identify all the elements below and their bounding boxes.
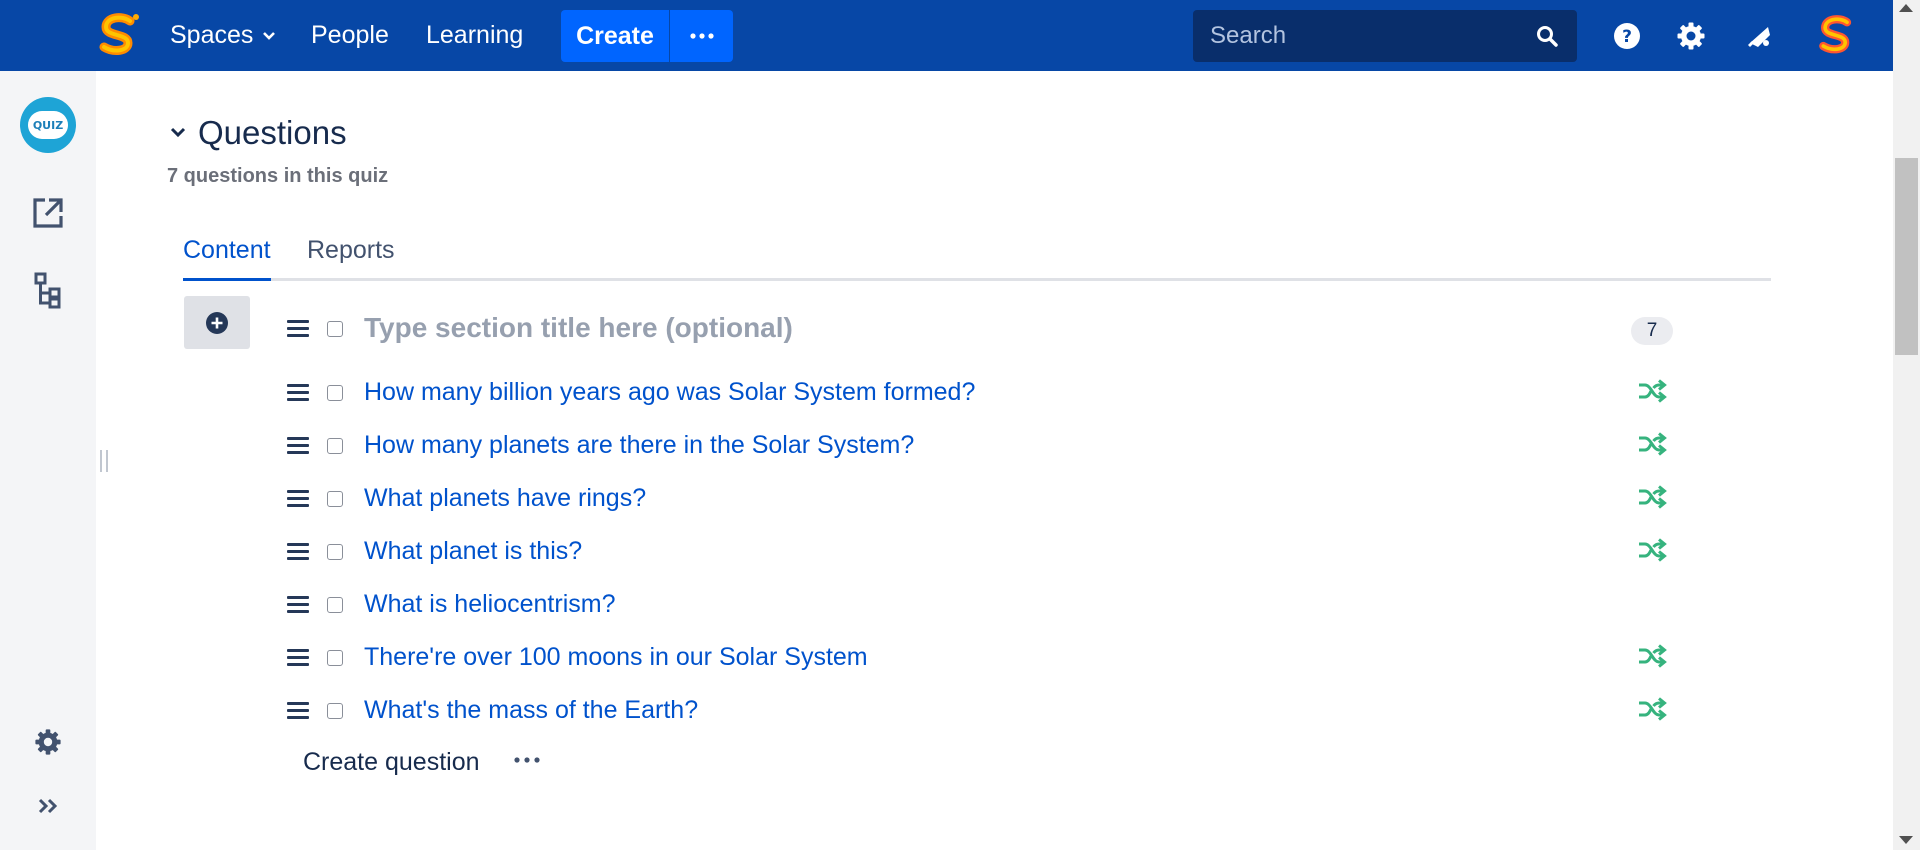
section-title-input[interactable]: Type section title here (optional) [364,312,793,344]
settings-icon[interactable] [0,728,96,756]
shuffle-icon [1637,432,1667,461]
search-placeholder: Search [1210,22,1287,49]
question-link[interactable]: There're over 100 moons in our Solar Sys… [364,643,868,672]
gear-icon[interactable] [1676,0,1706,71]
tab-content[interactable]: Content [183,236,271,281]
question-link[interactable]: What's the mass of the Earth? [364,696,698,725]
questions-heading[interactable]: Questions [170,114,347,152]
external-link-icon[interactable] [0,196,96,230]
user-avatar[interactable] [1816,0,1858,71]
drag-handle-icon[interactable] [287,543,309,564]
tab-bar: Content Reports [183,232,1771,281]
question-row: How many billion years ago was Solar Sys… [0,372,1893,412]
more-options-button[interactable] [514,750,540,768]
menu-icon[interactable] [36,0,62,71]
scrollbar-track[interactable] [1893,0,1920,850]
question-row: How many planets are there in the Solar … [0,425,1893,465]
question-row: What is heliocentrism? [0,584,1893,624]
more-icon [514,757,540,763]
scroll-down-arrow[interactable] [1899,836,1913,844]
drag-handle-icon[interactable] [287,490,309,511]
drag-handle-icon[interactable] [287,384,309,405]
top-navigation-bar: Spaces People Learning Create Search ? [0,0,1893,71]
svg-text:?: ? [1622,27,1632,47]
drag-handle-icon[interactable] [287,320,309,341]
create-question-button[interactable]: Create question [303,748,480,777]
question-checkbox[interactable] [327,650,343,666]
notifications-icon[interactable] [1744,0,1774,71]
shuffle-icon [1637,538,1667,567]
question-link[interactable]: How many billion years ago was Solar Sys… [364,378,975,407]
section-row: Type section title here (optional) 7 [0,308,1893,348]
question-row: There're over 100 moons in our Solar Sys… [0,637,1893,677]
scrollbar-thumb[interactable] [1895,158,1918,355]
drag-handle-icon[interactable] [287,649,309,670]
question-link[interactable]: What is heliocentrism? [364,590,615,619]
question-checkbox[interactable] [327,491,343,507]
page-title: Questions [198,114,347,151]
expand-sidebar-icon[interactable] [0,797,96,815]
question-checkbox[interactable] [327,544,343,560]
chevron-down-icon[interactable] [170,127,186,139]
drag-handle-icon[interactable] [287,596,309,617]
quiz-logo-text: QUIZ [28,111,68,139]
shuffle-icon [1637,644,1667,673]
shuffle-icon [1637,697,1667,726]
create-button[interactable]: Create [561,10,669,62]
tree-icon[interactable] [0,272,96,310]
question-link[interactable]: What planet is this? [364,537,582,566]
nav-learning[interactable]: Learning [426,0,523,71]
nav-people-label: People [311,21,389,49]
tab-reports[interactable]: Reports [307,236,395,265]
question-count-badge: 7 [1631,317,1673,345]
question-row: What planets have rings? [0,478,1893,518]
quiz-app-icon[interactable]: QUIZ [0,97,96,153]
nav-spaces[interactable]: Spaces [170,0,276,71]
question-count-text: 7 questions in this quiz [167,165,389,187]
search-input[interactable]: Search [1193,10,1577,62]
more-icon [689,33,714,39]
app-logo[interactable] [96,0,142,71]
drag-handle-icon[interactable] [287,702,309,723]
question-row: What's the mass of the Earth? [0,690,1893,730]
drag-handle-icon[interactable] [287,437,309,458]
scroll-up-arrow[interactable] [1899,4,1913,12]
question-link[interactable]: What planets have rings? [364,484,646,513]
shuffle-icon [1637,379,1667,408]
nav-spaces-label: Spaces [170,21,254,49]
nav-people[interactable]: People [311,0,389,71]
help-icon[interactable]: ? [1613,0,1641,71]
question-link[interactable]: How many planets are there in the Solar … [364,431,914,460]
question-checkbox[interactable] [327,597,343,613]
section-checkbox[interactable] [327,321,343,337]
question-checkbox[interactable] [327,703,343,719]
question-row: What planet is this? [0,531,1893,571]
chevron-down-icon [263,31,276,40]
question-checkbox[interactable] [327,385,343,401]
search-icon[interactable] [1535,24,1559,48]
nav-learning-label: Learning [426,21,524,49]
create-more-button[interactable] [670,10,733,62]
question-checkbox[interactable] [327,438,343,454]
shuffle-icon [1637,485,1667,514]
